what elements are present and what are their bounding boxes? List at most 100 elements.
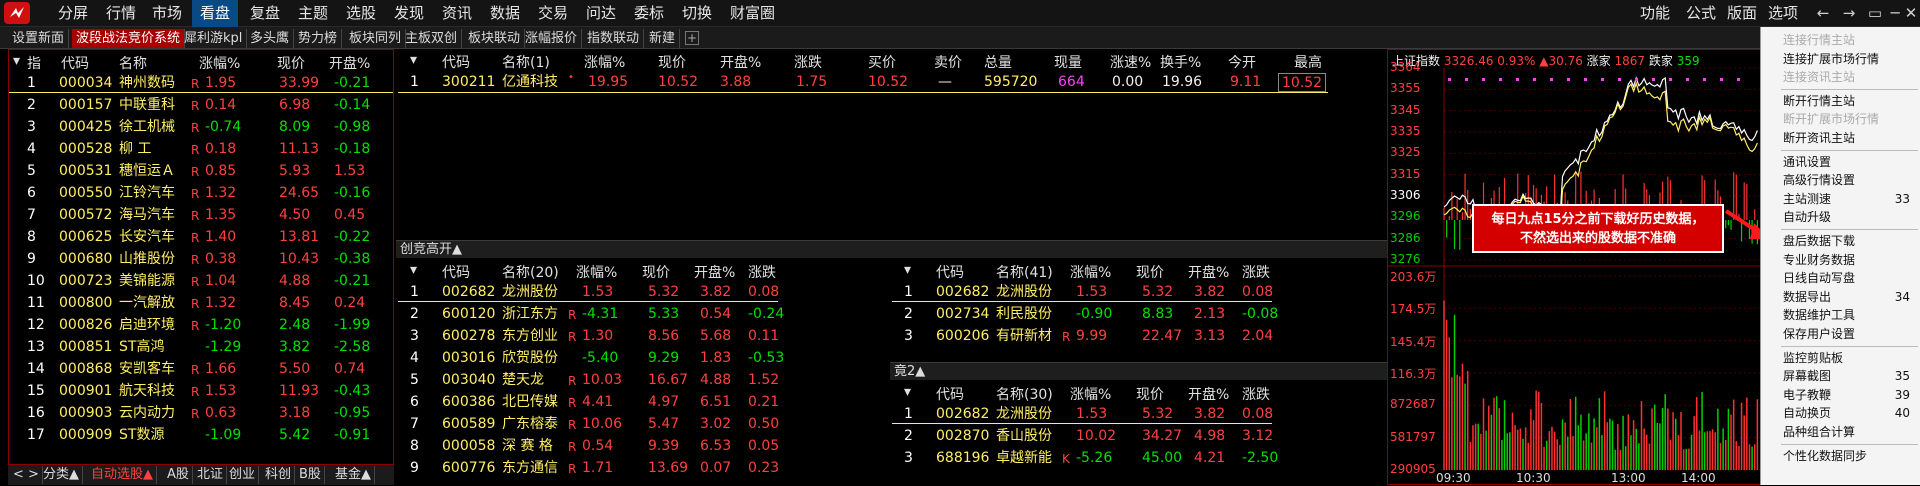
menu-formula[interactable]: 公式: [1686, 0, 1716, 27]
context-menu-item-8[interactable]: 通讯设置: [1783, 153, 1831, 171]
context-menu-item-24[interactable]: 品种组合计算: [1783, 423, 1855, 441]
context-menu-item-18[interactable]: 保存用户设置: [1783, 325, 1855, 343]
top-header-1[interactable]: 名称(1): [502, 52, 550, 72]
left-header-2[interactable]: 名称: [119, 53, 147, 73]
table-row[interactable]: 14 000868 安凯客车 1.66 5.50 0.74 R: [9, 358, 393, 379]
table-row[interactable]: 3 600278 东方创业 1.30 8.56 5.68 0.11 R: [398, 325, 779, 346]
page-tab-0[interactable]: 设置新面: [8, 29, 70, 48]
section_a-header-5[interactable]: 涨跌: [748, 262, 776, 282]
page-tab-3[interactable]: 多头鹰: [246, 29, 295, 48]
left-header-4[interactable]: 现价: [277, 53, 305, 73]
top-header-5[interactable]: 涨跌: [794, 52, 822, 72]
menu-item-4[interactable]: 复盘: [242, 0, 288, 27]
table-row[interactable]: 17 000909 ST数源 -1.09 5.42 -0.91: [9, 424, 393, 445]
table-row[interactable]: 2 002734 利民股份 -0.90 8.83 2.13 -0.08: [892, 303, 1278, 324]
sort-caret-icon[interactable]: ▾: [410, 262, 417, 278]
table-row[interactable]: 2 000157 中联重科 0.14 6.98 -0.14 R: [9, 94, 393, 115]
table-row[interactable]: 2 600120 浙江东方 -4.31 5.33 0.54 -0.24 R: [398, 303, 784, 324]
menu-item-11[interactable]: 问达: [578, 0, 624, 27]
table-row[interactable]: 8 000058 深 赛 格 0.54 9.39 6.53 0.05 R: [398, 435, 779, 456]
menu-item-10[interactable]: 交易: [530, 0, 576, 27]
top-header-0[interactable]: 代码: [442, 52, 470, 72]
top-header-9[interactable]: 现量: [1054, 52, 1082, 72]
context-menu-item-10[interactable]: 主站测速: [1783, 190, 1831, 208]
menu-options[interactable]: 选项: [1768, 0, 1798, 27]
table-row[interactable]: 4 000528 柳 工 0.18 11.13 -0.18 R: [9, 138, 393, 159]
section-a-title[interactable]: 创竞高开▲: [396, 240, 1387, 258]
top-header-6[interactable]: 买价: [868, 52, 896, 72]
top-header-7[interactable]: 卖价: [934, 52, 962, 72]
menu-item-9[interactable]: 数据: [482, 0, 528, 27]
context-menu-item-0[interactable]: 连接行情主站: [1783, 31, 1855, 49]
menu-function[interactable]: 功能: [1640, 0, 1670, 27]
menu-item-5[interactable]: 主题: [290, 0, 336, 27]
bottom-tab-3[interactable]: A股: [164, 466, 193, 484]
page-tab-9[interactable]: 指数联动: [583, 29, 645, 48]
context-menu-item-2[interactable]: 连接资讯主站: [1783, 68, 1855, 86]
top-header-11[interactable]: 换手%: [1160, 52, 1201, 72]
table-row[interactable]: 16 000903 云内动力 0.63 3.18 -0.95 R: [9, 402, 393, 423]
section_a-header-0[interactable]: 代码: [442, 262, 470, 282]
sort-caret-icon[interactable]: ▾: [904, 384, 911, 400]
menu-item-1[interactable]: 行情: [98, 0, 144, 27]
section_a-header-4[interactable]: 开盘%: [694, 262, 735, 282]
section_c-header-3[interactable]: 现价: [1136, 384, 1164, 404]
top-header-12[interactable]: 今开: [1228, 52, 1256, 72]
top-header-3[interactable]: 现价: [658, 52, 686, 72]
context-menu-item-5[interactable]: 断开扩展市场行情: [1783, 110, 1879, 128]
menu-item-13[interactable]: 切换: [674, 0, 720, 27]
section_b-header-2[interactable]: 涨幅%: [1070, 262, 1111, 282]
menu-item-2[interactable]: 市场: [144, 0, 190, 27]
context-menu-item-20[interactable]: 监控剪贴板: [1783, 349, 1843, 367]
table-row[interactable]: 3 600206 有研新材 9.99 22.47 3.13 2.04 R: [892, 325, 1273, 346]
context-menu-item-16[interactable]: 数据导出: [1783, 288, 1831, 306]
left-header-3[interactable]: 涨幅%: [199, 53, 240, 73]
context-menu-item-15[interactable]: 日线自动写盘: [1783, 269, 1855, 287]
table-row[interactable]: 2 002870 香山股份 10.02 34.27 4.98 3.12: [892, 425, 1273, 446]
table-row[interactable]: 8 000625 长安汽车 1.40 13.81 -0.22 R: [9, 226, 393, 247]
table-row[interactable]: 4 003016 欣贺股份 -5.40 9.29 1.83 -0.53: [398, 347, 784, 368]
table-row[interactable]: 7 600589 广东榕泰 10.06 5.47 3.02 0.50 R: [398, 413, 779, 434]
forward-icon[interactable]: →: [1838, 0, 1860, 27]
restore-icon[interactable]: ▭: [1864, 0, 1886, 27]
close-icon[interactable]: ✕: [1900, 0, 1920, 27]
page-tab-10[interactable]: 新建: [645, 29, 681, 48]
table-row[interactable]: 1 300211 亿通科技 19.95 10.52 3.88 1.75 10.52 — 59572…: [398, 71, 1328, 93]
bottom-tab-8[interactable]: 基金▲: [332, 466, 375, 484]
context-menu-item-11[interactable]: 自动升级: [1783, 208, 1831, 226]
page-tab-4[interactable]: 势力榜: [294, 29, 343, 48]
table-row[interactable]: 1 002682 龙洲股份 1.53 5.32 3.82 0.08: [398, 281, 779, 302]
context-menu-item-21[interactable]: 屏幕截图: [1783, 367, 1831, 385]
top-header-2[interactable]: 涨幅%: [584, 52, 625, 72]
menu-item-3[interactable]: 看盘: [192, 0, 239, 27]
back-icon[interactable]: ←: [1812, 0, 1834, 27]
section_c-header-4[interactable]: 开盘%: [1188, 384, 1229, 404]
table-row[interactable]: 6 600386 北巴传媒 4.41 4.97 6.51 0.21 R: [398, 391, 779, 412]
menu-item-8[interactable]: 资讯: [434, 0, 480, 27]
section_a-header-2[interactable]: 涨幅%: [576, 262, 617, 282]
bottom-tab-5[interactable]: 创业: [226, 466, 260, 484]
table-row[interactable]: 3 688196 卓越新能 -5.26 45.00 4.21 -2.50 K: [892, 447, 1278, 468]
table-row[interactable]: 1 002682 龙洲股份 1.53 5.32 3.82 0.08: [892, 281, 1273, 302]
table-row[interactable]: 13 000851 ST高鸿 -1.29 3.82 -2.58: [9, 336, 393, 357]
table-row[interactable]: 5 000531 穗恒运Ａ 0.85 5.93 1.53 R: [9, 160, 393, 181]
bottom-tab-4[interactable]: 北证: [194, 466, 228, 484]
page-tab-1[interactable]: 波段战法竞价系统: [72, 29, 186, 48]
table-row[interactable]: 6 000550 江铃汽车 1.32 24.65 -0.16 R: [9, 182, 393, 203]
app-logo-icon[interactable]: [4, 2, 30, 24]
menu-item-14[interactable]: 财富圈: [722, 0, 783, 27]
table-row[interactable]: 12 000826 启迪环境 -1.20 2.48 -1.99 R: [9, 314, 393, 335]
page-tab-2[interactable]: 犀利游kpl: [180, 29, 248, 48]
section_b-header-4[interactable]: 开盘%: [1188, 262, 1229, 282]
table-row[interactable]: 11 000800 一汽解放 1.32 8.45 0.24 R: [9, 292, 393, 313]
menu-item-6[interactable]: 选股: [338, 0, 384, 27]
context-menu-item-6[interactable]: 断开资讯主站: [1783, 129, 1855, 147]
context-menu-item-4[interactable]: 断开行情主站: [1783, 92, 1855, 110]
table-row[interactable]: 1 000034 神州数码 1.95 33.99 -0.21 R: [9, 72, 393, 93]
left-header-0[interactable]: 指: [27, 53, 41, 73]
table-row[interactable]: 3 000425 徐工机械 -0.74 8.09 -0.98 R: [9, 116, 393, 137]
section-c-title[interactable]: 竟2▲: [890, 362, 1387, 380]
table-row[interactable]: 1 002682 龙洲股份 1.53 5.32 3.82 0.08: [892, 403, 1273, 424]
bottom-tab-6[interactable]: 科创: [262, 466, 296, 484]
left-header-5[interactable]: 开盘%: [329, 53, 370, 73]
